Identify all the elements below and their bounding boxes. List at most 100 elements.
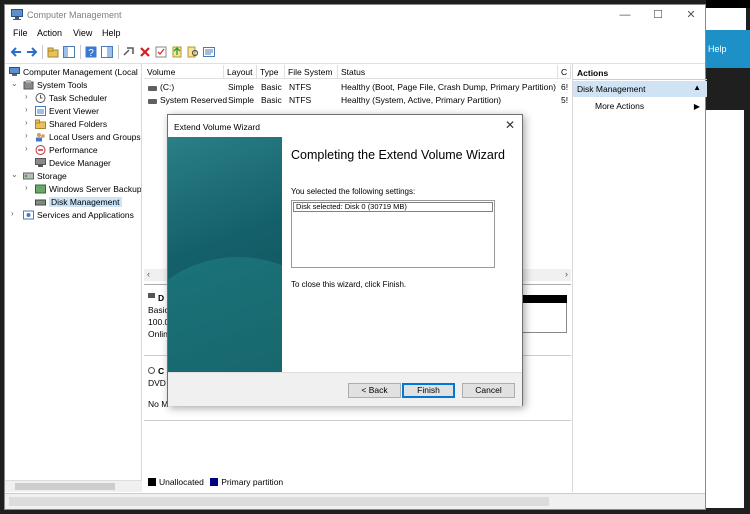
back-button[interactable]: < Back	[348, 383, 401, 398]
more-actions-label: More Actions	[595, 101, 645, 111]
cdrom-type: DVD	[148, 378, 166, 388]
tree-horizontal-scrollbar[interactable]	[5, 480, 142, 492]
chevron-down-icon[interactable]: ⌄	[11, 170, 18, 179]
close-button[interactable]: ✕	[683, 8, 699, 22]
column-header-layout[interactable]: Layout	[224, 65, 257, 79]
chevron-right-icon[interactable]: ›	[25, 131, 28, 140]
chevron-right-icon[interactable]: ›	[11, 209, 14, 218]
actions-section-label: Disk Management	[577, 84, 646, 94]
collapse-up-icon[interactable]: ▲	[693, 83, 701, 92]
disk0-partition-box[interactable]	[519, 303, 567, 333]
title-bar[interactable]: Computer Management — ☐ ✕	[5, 5, 705, 25]
cell-type: Basic	[261, 82, 282, 92]
cell-type: Basic	[261, 95, 282, 105]
status-bar	[5, 493, 705, 509]
column-header-status[interactable]: Status	[338, 65, 558, 79]
column-header-volume[interactable]: Volume	[144, 65, 224, 79]
cell-status: Healthy (System, Active, Primary Partiti…	[341, 95, 502, 105]
extend-volume-wizard-dialog: Extend Volume Wizard ✕ Completing the Ex…	[167, 114, 523, 406]
cdrom-status: No M	[148, 399, 169, 409]
scroll-right-icon[interactable]: ›	[565, 269, 568, 279]
show-hide-tree-icon[interactable]	[63, 46, 75, 58]
finish-button[interactable]: Finish	[402, 383, 455, 398]
up-folder-icon[interactable]	[47, 46, 59, 58]
column-header-file-system[interactable]: File System	[285, 65, 338, 79]
cell-status: Healthy (Boot, Page File, Crash Dump, Pr…	[341, 82, 556, 92]
device-manager-icon	[35, 158, 46, 167]
toolbar: ?	[5, 42, 705, 64]
delete-icon[interactable]	[139, 46, 151, 58]
disk0-label: D	[158, 293, 165, 303]
performance-icon	[35, 145, 46, 155]
system-tools-icon	[23, 80, 34, 90]
tree-item-label: System Tools	[37, 80, 88, 90]
shared-folder-icon	[35, 119, 46, 129]
settings-panel-icon[interactable]	[203, 46, 215, 58]
menu-help[interactable]: Help	[102, 28, 121, 38]
chevron-right-icon[interactable]: ›	[25, 183, 28, 192]
minimize-button[interactable]: —	[617, 8, 633, 22]
computer-icon	[9, 67, 20, 76]
legend-primary-partition: Primary partition	[221, 477, 284, 487]
chevron-right-icon[interactable]: ›	[25, 92, 28, 101]
actions-pane: Actions Disk Management ▲ More Actions ▶	[572, 64, 707, 492]
computer-management-icon	[11, 9, 23, 20]
actions-section-disk-management[interactable]: Disk Management ▲	[573, 81, 707, 97]
backup-icon	[35, 184, 46, 194]
settings-line: Disk selected: Disk 0 (30719 MB)	[293, 202, 493, 212]
help-icon[interactable]: ?	[85, 46, 97, 58]
volume-icon	[148, 86, 157, 91]
event-viewer-icon	[35, 106, 46, 116]
tree-item-label: Storage	[37, 171, 67, 181]
cell-volume: (C:)	[160, 82, 175, 92]
properties-pane-icon[interactable]	[101, 46, 113, 58]
chevron-right-icon[interactable]: ›	[25, 118, 28, 127]
cell-file-system: NTFS	[289, 95, 312, 105]
chevron-right-icon[interactable]: ›	[25, 105, 28, 114]
settings-list[interactable]: Disk selected: Disk 0 (30719 MB)	[291, 200, 495, 268]
chevron-down-icon[interactable]: ⌄	[11, 79, 18, 88]
scrollbar-thumb[interactable]	[15, 483, 115, 490]
connect-icon[interactable]	[123, 46, 135, 58]
column-header-type[interactable]: Type	[257, 65, 285, 79]
forward-arrow-icon[interactable]	[26, 46, 38, 58]
column-header-capacity[interactable]: C	[558, 65, 571, 79]
tree-item-label: Windows Server Backup	[49, 184, 142, 194]
console-tree: Computer Management (Local ⌄ System Tool…	[5, 64, 142, 480]
dialog-close-icon[interactable]: ✕	[505, 118, 515, 132]
more-actions-item[interactable]: More Actions	[595, 101, 644, 111]
menu-view[interactable]: View	[73, 28, 92, 38]
tree-item-label: Disk Management	[49, 197, 122, 207]
cell-capacity: 5!	[561, 95, 569, 105]
unallocated-swatch	[148, 478, 156, 486]
tree-item-label: Local Users and Groups	[49, 132, 141, 142]
wizard-side-banner	[168, 137, 282, 372]
scroll-left-icon[interactable]: ‹	[147, 269, 150, 279]
settings-intro: You selected the following settings:	[291, 187, 416, 196]
menu-file[interactable]: File	[13, 28, 28, 38]
back-arrow-icon[interactable]	[10, 46, 22, 58]
menu-action[interactable]: Action	[37, 28, 62, 38]
maximize-button[interactable]: ☐	[650, 8, 666, 22]
background-window-panel-lower	[706, 110, 744, 508]
disk0-type: Basic	[148, 305, 169, 315]
disk0-status: Onlin	[148, 329, 168, 339]
background-help-tile[interactable]: Help	[706, 30, 750, 68]
disk-management-icon	[35, 199, 46, 206]
services-icon	[23, 210, 34, 220]
chevron-right-icon[interactable]: ›	[25, 144, 28, 153]
tree-item-label: Computer Management (Local	[23, 67, 138, 77]
checklist-icon[interactable]	[155, 46, 167, 58]
volume-icon	[148, 99, 157, 104]
search-icon[interactable]	[187, 46, 199, 58]
status-bar-scroll-track[interactable]	[9, 497, 549, 506]
disk-icon	[148, 293, 155, 298]
cell-capacity: 6!	[561, 82, 569, 92]
tree-item-label: Event Viewer	[49, 106, 99, 116]
export-icon[interactable]	[171, 46, 183, 58]
cancel-button[interactable]: Cancel	[462, 383, 515, 398]
submenu-arrow-icon[interactable]: ▶	[694, 102, 700, 111]
disk0-unallocated-bar[interactable]	[519, 295, 567, 303]
tree-item-label: Performance	[49, 145, 98, 155]
cell-file-system: NTFS	[289, 82, 312, 92]
